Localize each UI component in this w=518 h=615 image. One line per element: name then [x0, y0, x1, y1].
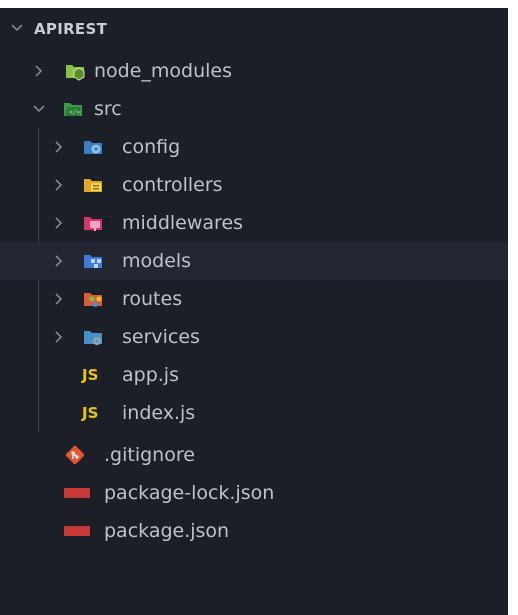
chevron-right-icon: [52, 292, 66, 306]
chevron-right-icon: [52, 178, 66, 192]
tree-item-routes[interactable]: routes: [0, 280, 508, 318]
js-file-icon: JS: [82, 404, 99, 422]
chevron-right-icon: [52, 254, 66, 268]
tree-item-node-modules[interactable]: node_modules: [0, 52, 508, 90]
tree-item-label: routes: [122, 288, 183, 310]
tree-item-label: app.js: [122, 364, 179, 386]
tree-item-src[interactable]: </> src: [0, 90, 508, 128]
chevron-right-icon: [52, 330, 66, 344]
tree-item-label: controllers: [122, 174, 223, 196]
tree-item-middlewares[interactable]: middlewares: [0, 204, 508, 242]
routes-folder-icon: [82, 288, 104, 310]
tree-item-models[interactable]: models: [0, 242, 508, 280]
tree-item-gitignore[interactable]: .gitignore: [0, 436, 508, 474]
tree-item-label: services: [122, 326, 200, 348]
chevron-right-icon: [52, 216, 66, 230]
config-folder-icon: [82, 136, 104, 158]
chevron-down-icon: [32, 102, 46, 116]
svg-text:</>: </>: [69, 109, 80, 116]
chevron-right-icon: [52, 140, 66, 154]
src-folder-icon: </>: [62, 98, 84, 120]
top-border: [0, 0, 518, 8]
tree-item-label: .gitignore: [104, 444, 195, 466]
file-explorer-panel: APIREST node_modules </> src config cont…: [0, 0, 518, 615]
tree-item-label: config: [122, 136, 181, 158]
npm-icon: [64, 488, 90, 498]
explorer-root-apirest[interactable]: APIREST: [0, 14, 508, 42]
git-icon: [64, 444, 86, 466]
tree-item-services[interactable]: services: [0, 318, 508, 356]
explorer-root-label: APIREST: [34, 20, 108, 38]
tree-item-label: index.js: [122, 402, 196, 424]
tree-item-index-js[interactable]: JS index.js: [0, 394, 508, 432]
middlewares-folder-icon: [82, 212, 104, 234]
js-file-icon: JS: [82, 366, 99, 384]
tree-item-package-lock-json[interactable]: package-lock.json: [0, 474, 508, 512]
tree-item-label: package-lock.json: [104, 482, 275, 504]
tree-item-label: node_modules: [94, 60, 233, 82]
tree-item-label: package.json: [104, 520, 230, 542]
tree-item-label: middlewares: [122, 212, 244, 234]
tree-item-label: models: [122, 250, 192, 272]
chevron-down-icon: [10, 21, 24, 35]
right-border: [508, 0, 518, 615]
chevron-right-icon: [32, 64, 46, 78]
tree-item-config[interactable]: config: [0, 128, 508, 166]
tree-item-package-json[interactable]: package.json: [0, 512, 508, 550]
controllers-folder-icon: [82, 174, 104, 196]
models-folder-icon: [82, 250, 104, 272]
services-folder-icon: [82, 326, 104, 348]
tree-item-label: src: [94, 98, 122, 120]
npm-icon: [64, 526, 90, 536]
tree-item-controllers[interactable]: controllers: [0, 166, 508, 204]
tree-item-app-js[interactable]: JS app.js: [0, 356, 508, 394]
node-folder-icon: [64, 60, 86, 82]
